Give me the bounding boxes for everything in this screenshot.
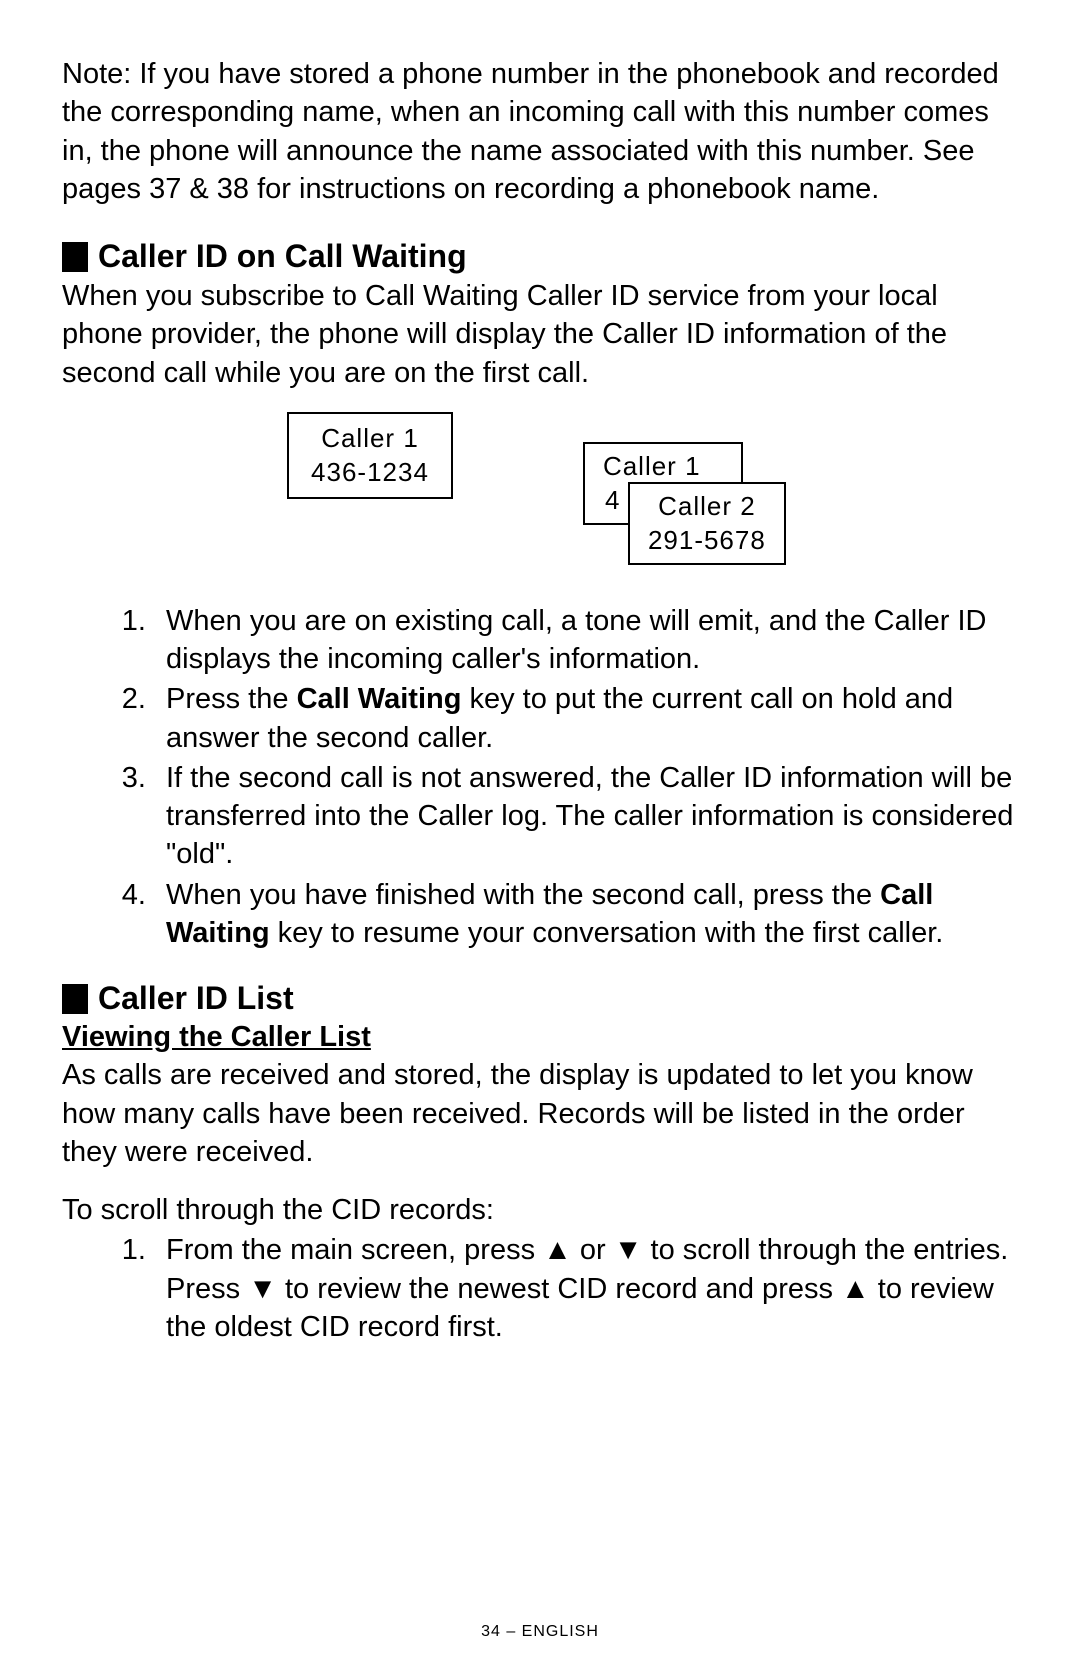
- s1a: From the main screen, press: [166, 1234, 543, 1266]
- step2-pre: Press the: [166, 683, 297, 715]
- heading-block-icon: [62, 242, 88, 272]
- step4-pre: When you have finished with the second c…: [166, 879, 880, 911]
- lcd-front-line2: 291-5678: [648, 524, 766, 558]
- down-arrow-icon: ▼: [614, 1231, 643, 1269]
- s1d: to review the newest CID record and pres…: [277, 1273, 841, 1305]
- step-3: If the second call is not answered, the …: [154, 759, 1018, 874]
- lcd-front-display: Caller 2 291-5678: [628, 482, 786, 566]
- heading-block-icon: [62, 984, 88, 1014]
- lcd-diagram-row: Caller 1 436-1234 Caller 1 4 Caller 2 29…: [62, 412, 1018, 572]
- section-heading-caller-id-waiting: Caller ID on Call Waiting: [62, 238, 1018, 275]
- lcd-back-line1: Caller 1: [603, 450, 723, 484]
- lcd-front-line1: Caller 2: [648, 490, 766, 524]
- heading-text: Caller ID on Call Waiting: [98, 238, 467, 275]
- lcd-stack: Caller 1 4 Caller 2 291-5678: [583, 442, 793, 572]
- s1b: or: [572, 1234, 614, 1266]
- down-arrow-icon: ▼: [248, 1270, 277, 1308]
- step-1: When you are on existing call, a tone wi…: [154, 602, 1018, 679]
- up-arrow-icon: ▲: [543, 1231, 572, 1269]
- subheading-viewing: Viewing the Caller List: [62, 1021, 1018, 1054]
- lcd-display-1: Caller 1 436-1234: [287, 412, 453, 500]
- section2-body: As calls are received and stored, the di…: [62, 1056, 1018, 1171]
- section1-steps: When you are on existing call, a tone wi…: [154, 602, 1018, 952]
- lcd1-line1: Caller 1: [311, 422, 429, 456]
- step4-post: key to resume your conversation with the…: [270, 917, 944, 949]
- section1-body: When you subscribe to Call Waiting Calle…: [62, 277, 1018, 392]
- section-heading-caller-id-list: Caller ID List: [62, 980, 1018, 1017]
- scroll-step-1: From the main screen, press ▲ or ▼ to sc…: [154, 1231, 1018, 1346]
- up-arrow-icon: ▲: [841, 1270, 870, 1308]
- step2-key: Call Waiting: [297, 683, 462, 715]
- heading-text: Caller ID List: [98, 980, 294, 1017]
- section2-steps: From the main screen, press ▲ or ▼ to sc…: [154, 1231, 1018, 1346]
- note-paragraph: Note: If you have stored a phone number …: [62, 55, 1018, 208]
- step-2: Press the Call Waiting key to put the cu…: [154, 680, 1018, 757]
- page-footer: 34 – ENGLISH: [0, 1623, 1080, 1641]
- lcd1-line2: 436-1234: [311, 456, 429, 490]
- section2-lead: To scroll through the CID records:: [62, 1191, 1018, 1229]
- step-4: When you have finished with the second c…: [154, 876, 1018, 953]
